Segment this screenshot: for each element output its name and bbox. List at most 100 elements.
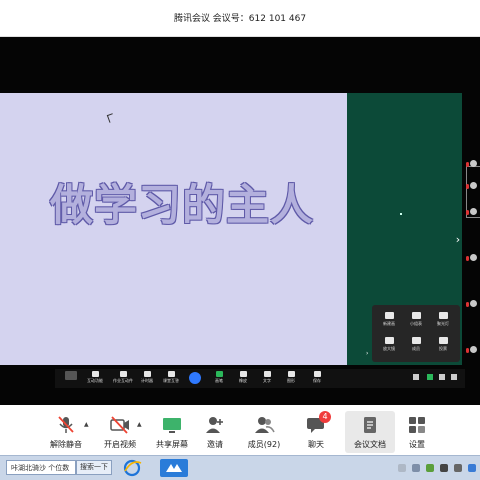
tray-wechat-icon[interactable] [426,464,434,472]
toolbar-classroom[interactable]: 课堂互答 [159,369,183,388]
float-tool-members[interactable]: 成员 [403,335,429,357]
toolbar-label: 橡皮 [239,378,247,383]
toolbar-text[interactable]: 文字 [255,369,279,388]
avatar [470,208,477,215]
shape-icon [287,371,295,377]
save-icon [313,371,321,377]
stop-icon [438,312,448,319]
mic-muted-icon [466,210,469,215]
toolbar-label: 保存 [313,378,321,383]
template-icon [119,371,127,377]
mic-muted-icon [466,348,469,353]
start-video-label: 开启视频 [104,440,136,449]
float-tool-label: 投票 [439,346,447,351]
record-icon[interactable] [427,374,433,380]
float-tool-vote[interactable]: 投票 [430,335,456,357]
mic-muted-icon [466,302,469,307]
mic-muted-icon [466,162,469,167]
float-tool-label: 放大镜 [383,346,395,351]
toolbar-label: 图形 [287,378,295,383]
floating-tool-panel: 新建画 小组表 聚光灯 放大镜 成员 投票 [372,305,460,362]
tray-ime-icon[interactable] [468,464,476,472]
avatar [470,300,477,307]
participant-thumb[interactable] [464,344,480,356]
document-icon [359,415,381,435]
participant-thumb[interactable] [464,180,480,192]
toolbar-shape[interactable]: 图形 [279,369,303,388]
slides-icon [65,371,77,380]
invite-button[interactable]: 邀请 [198,411,232,453]
scissors-icon[interactable] [413,374,419,380]
chat-button[interactable]: 4 聊天 [298,411,334,453]
toolbar-pen[interactable]: 画笔 [207,369,231,388]
tray-network-icon[interactable] [440,464,448,472]
tray-app-icon[interactable] [412,464,420,472]
unmute-button[interactable]: 解除静音 [44,411,88,453]
slide-thumb-button[interactable] [59,369,83,388]
toolbar-label: 计时器 [141,378,153,383]
pointer-dot [400,213,402,215]
mic-muted-icon [55,415,77,435]
mic-muted-icon [466,184,469,189]
layout-icon[interactable] [439,374,445,380]
camera-off-icon [109,415,131,435]
participant-thumb[interactable] [464,206,480,218]
float-tool-label: 成员 [412,346,420,351]
os-taskbar: 咔湖北骑沙 个位数 搜索一下 [0,455,480,480]
participant-thumb[interactable] [464,298,480,310]
float-tool-magnifier[interactable]: 放大镜 [376,335,402,357]
avatar [470,346,477,353]
taskbar-search-field[interactable]: 咔湖北骑沙 个位数 [6,460,76,475]
text-icon [263,371,271,377]
toolbar-eraser[interactable]: 橡皮 [231,369,255,388]
avatar [470,160,477,167]
fullscreen-icon[interactable] [451,374,457,380]
tray-expand-icon[interactable] [398,464,406,472]
start-video-button[interactable]: 开启视频 [100,411,140,453]
participant-thumb[interactable] [464,252,480,264]
interact-icon [91,371,99,377]
share-screen-label: 共享屏幕 [156,440,188,449]
browser-icon[interactable] [122,459,142,477]
caret-up-icon[interactable]: ▲ [84,421,89,428]
slide-heading: 做学习的主人 [50,181,314,231]
settings-label: 设置 [409,440,425,449]
settings-grid-icon [406,415,428,435]
avatar [470,182,477,189]
add-user-icon [204,415,226,435]
eraser-icon [239,371,247,377]
tencent-meeting-app-icon[interactable] [160,459,188,477]
document-icon [411,337,421,344]
screen-share-icon [161,415,183,435]
chevron-right-icon[interactable]: › [452,230,464,250]
share-screen-button[interactable]: 共享屏幕 [152,411,192,453]
caret-up-icon[interactable]: ▲ [137,421,142,428]
participant-thumb[interactable] [464,158,480,170]
float-tool-new[interactable]: 新建画 [376,310,402,332]
meeting-docs-label: 会议文档 [354,440,386,449]
group-icon [411,312,421,319]
float-tool-group[interactable]: 小组表 [403,310,429,332]
invite-label: 邀请 [207,440,223,449]
toolbar-app-icon[interactable] [189,372,201,384]
settings-button[interactable]: 设置 [400,411,434,453]
toolbar-label: 文字 [263,378,271,383]
window-title-bar: 腾讯会议 会议号：612 101 467 [0,0,480,36]
meeting-title: 腾讯会议 会议号：612 101 467 [173,14,307,24]
members-button[interactable]: 成员(92) [244,411,284,453]
toolbar-interact[interactable]: 互动功能 [83,369,107,388]
toolbar-timer[interactable]: 计时器 [135,369,159,388]
toolbar-template[interactable]: 作业互动件 [111,369,135,388]
tray-volume-icon[interactable] [454,464,462,472]
meeting-docs-button[interactable]: 会议文档 [345,411,395,453]
panel-expand-icon[interactable]: › [366,350,372,358]
chart-icon [438,337,448,344]
taskbar-search-button[interactable]: 搜索一下 [76,460,112,475]
float-tool-spotlight[interactable]: 聚光灯 [430,310,456,332]
taskbar-search-text: 咔湖北骑沙 个位数 [11,464,70,472]
members-label: 成员(92) [247,440,281,449]
toolbar-label: 互动功能 [87,378,103,383]
toolbar-save[interactable]: 保存 [305,369,329,388]
unread-badge: 4 [319,411,331,423]
participant-thumbnails[interactable] [464,126,480,366]
